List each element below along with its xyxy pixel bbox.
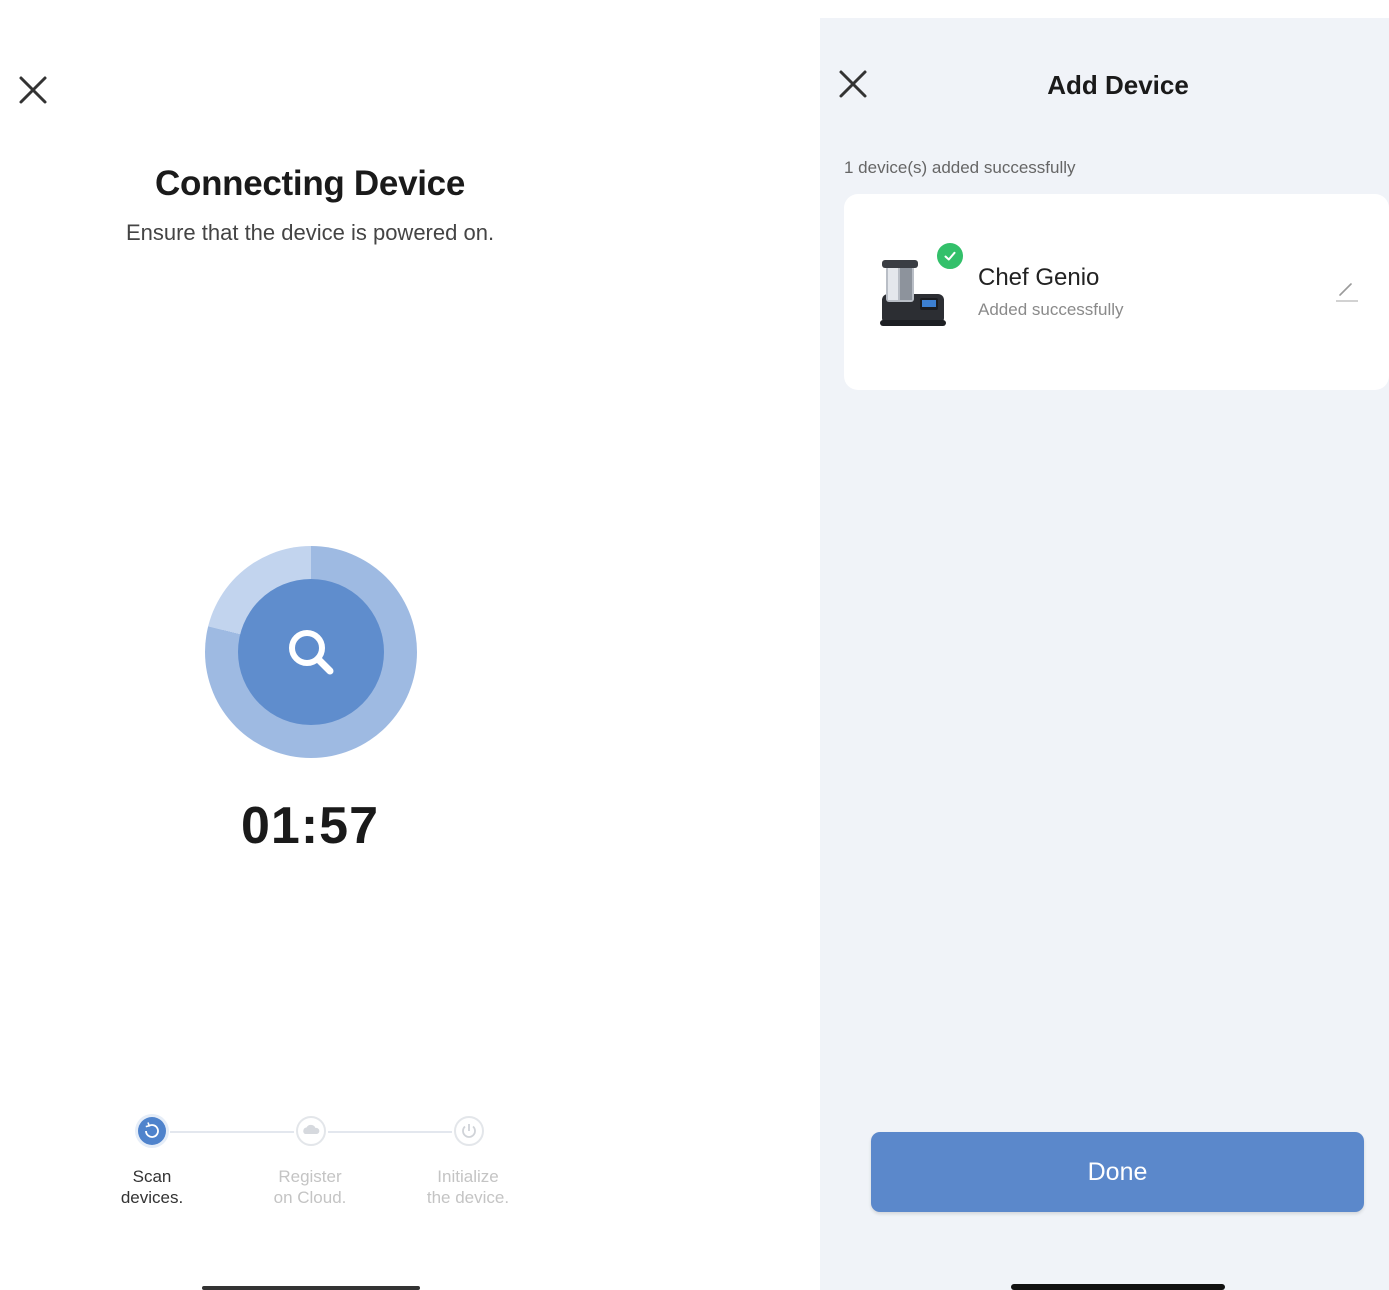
- search-icon: [289, 630, 334, 675]
- countdown-timer: 01:57: [241, 797, 379, 855]
- edit-device-name-button[interactable]: [1334, 278, 1360, 304]
- device-name: Chef Genio: [978, 264, 1100, 291]
- done-button[interactable]: Done: [871, 1132, 1364, 1212]
- step-label-line: Register: [278, 1167, 342, 1186]
- refresh-icon: [135, 1114, 169, 1148]
- success-badge: [934, 240, 966, 272]
- pencil-icon: [1336, 283, 1358, 302]
- device-card[interactable]: Chef Genio Added successfully: [844, 194, 1389, 390]
- step-label-line: on Cloud.: [273, 1188, 347, 1207]
- power-icon: [454, 1116, 484, 1146]
- step-label-line: Initialize: [437, 1167, 499, 1186]
- home-indicator[interactable]: [1011, 1284, 1225, 1290]
- step-initialize-label: Initialize the device.: [408, 1166, 528, 1208]
- step-label-line: the device.: [426, 1188, 510, 1207]
- step-scan-label: Scan devices.: [92, 1166, 212, 1208]
- step-register-indicator: [294, 1114, 328, 1148]
- scan-indicator: [238, 579, 384, 725]
- added-count-text: 1 device(s) added successfully: [844, 158, 1076, 177]
- step-scan-indicator: [135, 1114, 169, 1148]
- cloud-icon: [296, 1116, 326, 1146]
- step-initialize-indicator: [452, 1114, 486, 1148]
- page-title: Add Device: [1047, 70, 1189, 100]
- add-device-screen: Add Device 1 device(s) added successfull…: [820, 18, 1389, 1290]
- device-status: Added successfully: [978, 300, 1124, 319]
- page-title: Connecting Device: [155, 164, 465, 203]
- connecting-screen: Connecting Device Ensure that the device…: [0, 0, 820, 1290]
- step-label-line: Scan: [132, 1167, 172, 1186]
- close-icon: [19, 76, 47, 104]
- step-label-line: devices.: [120, 1188, 184, 1207]
- close-button[interactable]: [15, 72, 51, 108]
- step-register-label: Register on Cloud.: [250, 1166, 370, 1208]
- step-connector: [170, 1131, 294, 1133]
- step-connector: [328, 1131, 452, 1133]
- home-indicator[interactable]: [202, 1286, 420, 1290]
- page-subtitle: Ensure that the device is powered on.: [125, 220, 495, 245]
- checkmark-icon: [944, 251, 956, 261]
